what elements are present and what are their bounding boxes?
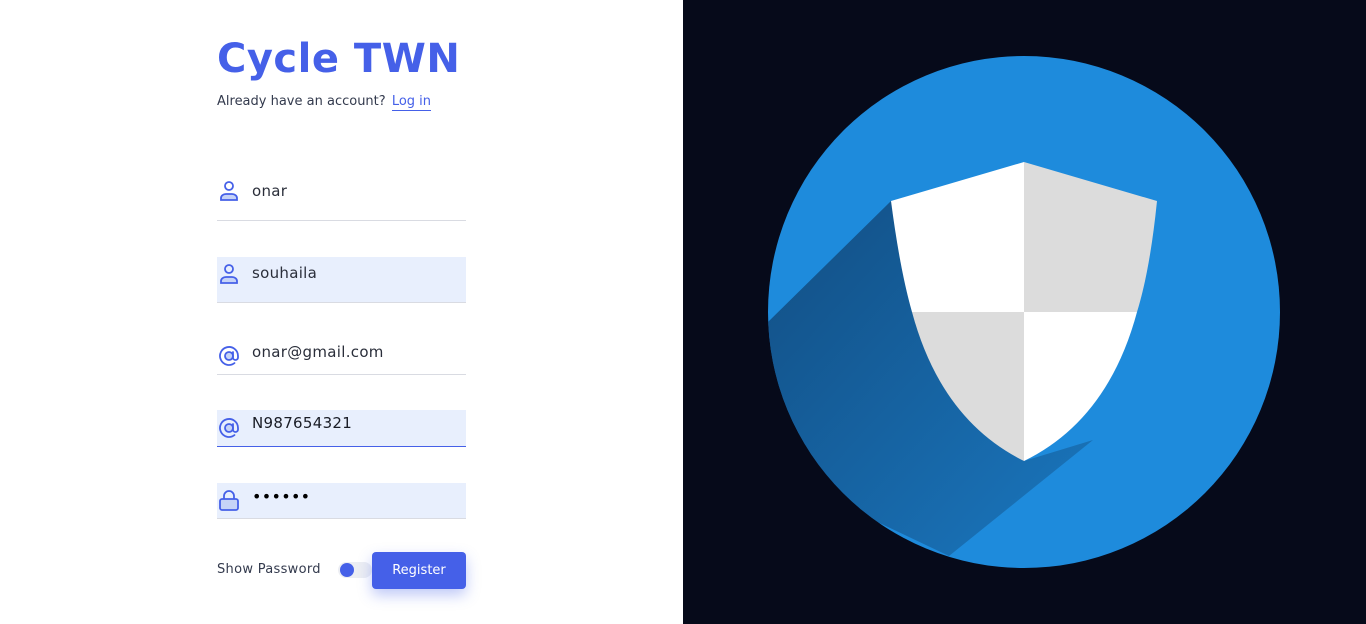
last-name-value: souhaila xyxy=(252,264,318,282)
user-icon xyxy=(220,264,238,284)
toggle-knob xyxy=(340,563,354,577)
app-title: Cycle TWN xyxy=(217,36,461,82)
identifier-field[interactable]: N987654321 xyxy=(217,410,466,447)
form-actions: Show Password Register xyxy=(217,552,466,589)
show-password-toggle[interactable] xyxy=(338,562,372,578)
first-name-value: onar xyxy=(252,182,288,200)
illustration-panel xyxy=(683,0,1366,624)
show-password-label: Show Password xyxy=(217,562,321,577)
first-name-field[interactable]: onar xyxy=(217,175,466,221)
shield-icon xyxy=(768,56,1280,568)
at-icon xyxy=(219,346,239,366)
register-button[interactable]: Register xyxy=(372,552,466,589)
user-icon xyxy=(220,181,238,201)
email-field[interactable]: onar@gmail.com xyxy=(217,329,466,375)
lock-icon xyxy=(219,490,239,511)
email-value: onar@gmail.com xyxy=(252,343,384,361)
login-prompt: Already have an account? Log in xyxy=(217,94,432,111)
login-link[interactable]: Log in xyxy=(391,94,432,111)
register-panel: Cycle TWN Already have an account? Log i… xyxy=(0,0,683,624)
last-name-field[interactable]: souhaila xyxy=(217,257,466,303)
password-field[interactable]: •••••• xyxy=(217,483,466,519)
at-icon xyxy=(219,418,239,438)
identifier-value: N987654321 xyxy=(252,414,353,432)
password-value: •••••• xyxy=(252,487,311,506)
login-prompt-text: Already have an account? xyxy=(217,94,386,109)
